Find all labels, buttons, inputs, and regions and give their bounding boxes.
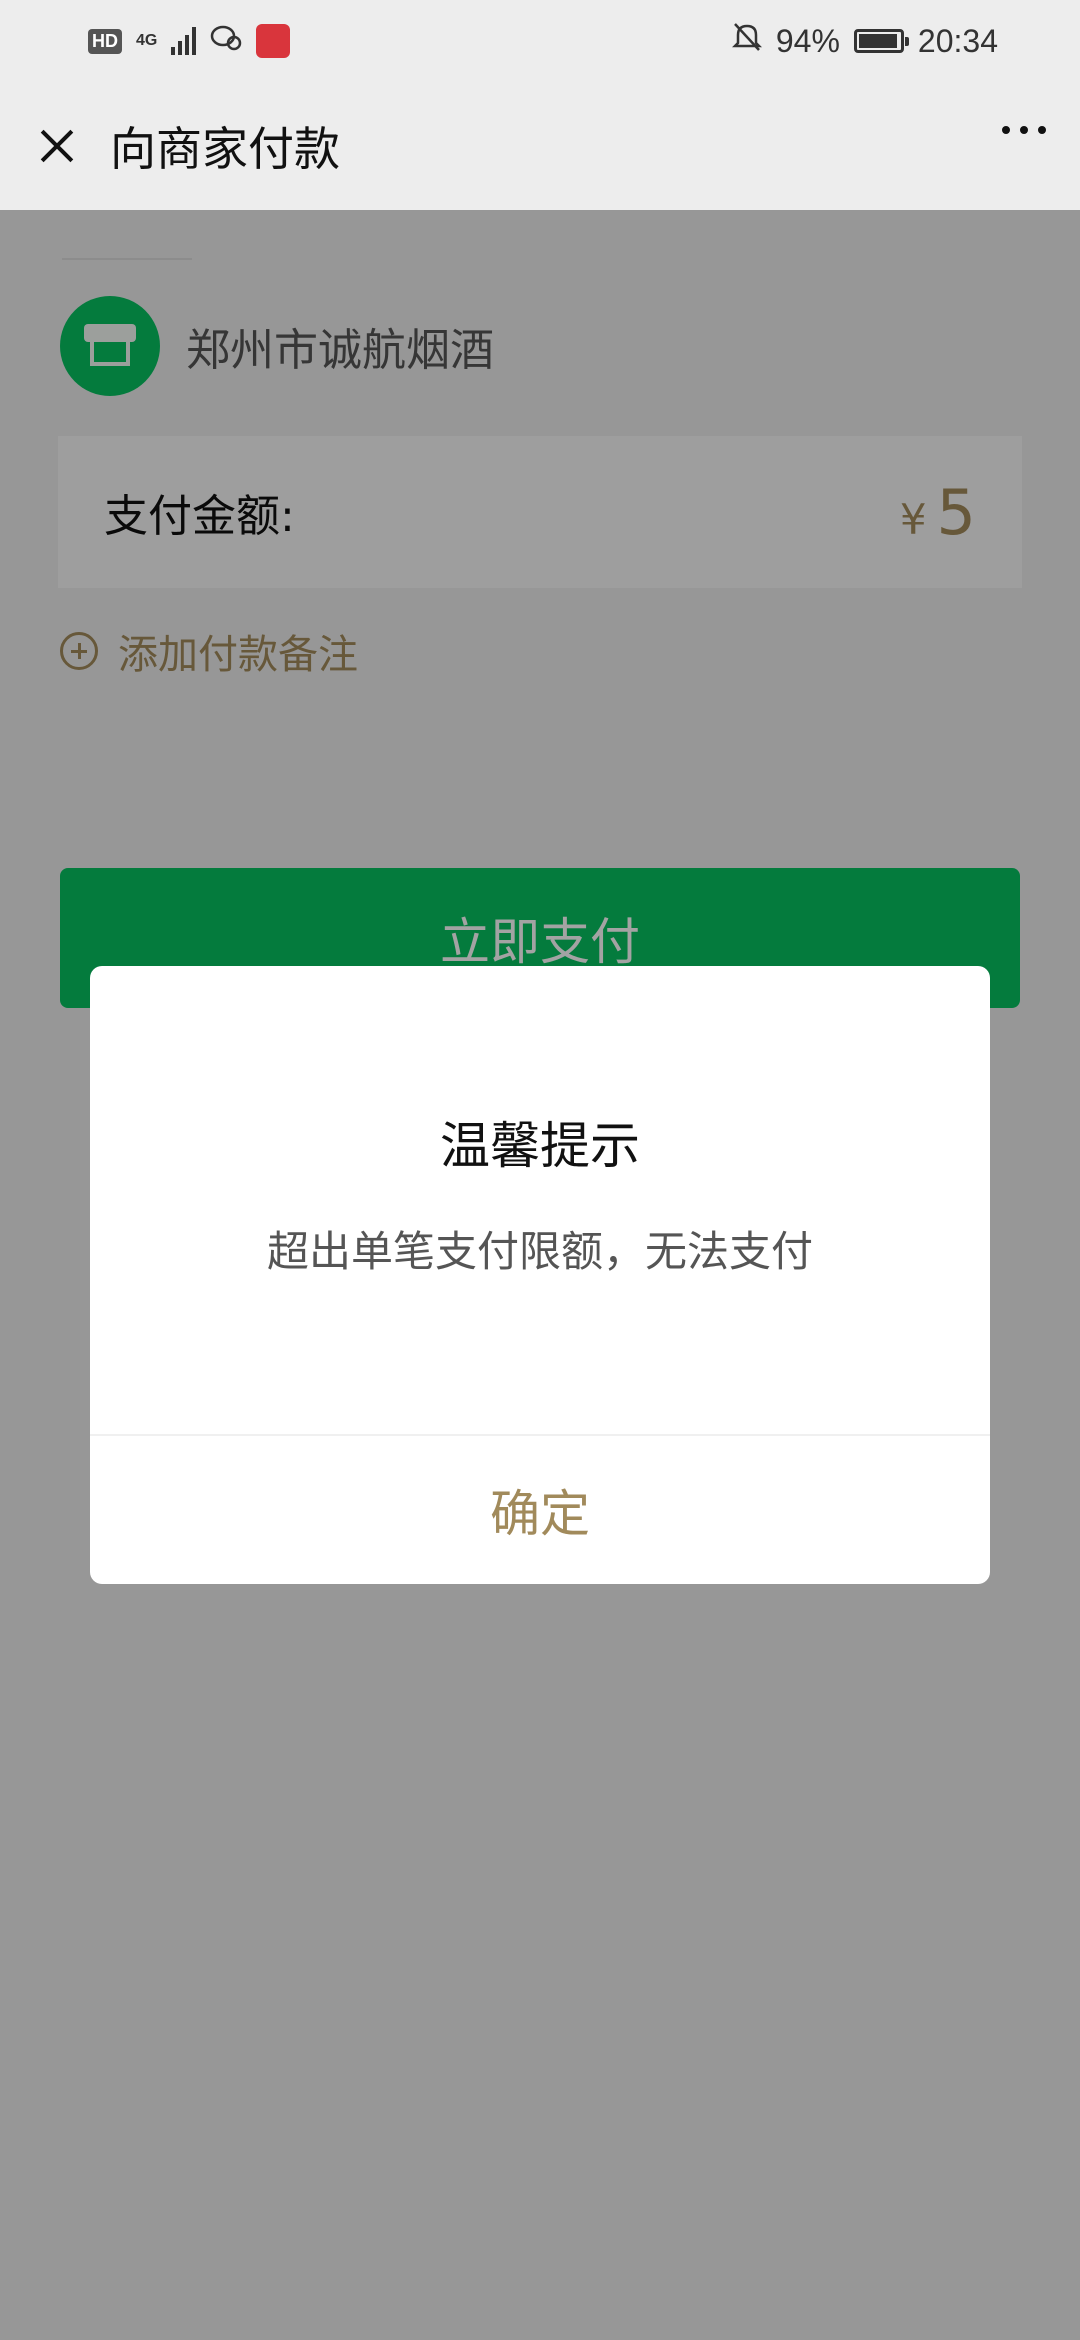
nav-bar: 向商家付款 [0,82,1080,210]
wechat-icon [210,23,242,60]
dialog-title: 温馨提示 [440,1117,640,1175]
battery-fill [858,34,897,48]
alert-dialog: 温馨提示 超出单笔支付限额，无法支付 确定 [90,966,990,1584]
clock: 20:34 [917,22,998,59]
battery-percent: 94% [775,22,840,59]
status-right: 94% 20:34 [731,21,998,61]
status-left: HD 4G [88,23,291,60]
dialog-message: 超出单笔支付限额，无法支付 [266,1227,813,1276]
page-title: 向商家付款 [110,122,340,176]
battery-icon [853,29,909,53]
more-icon[interactable] [1002,126,1046,134]
bell-off-icon [731,21,762,61]
app-store-icon [256,24,291,58]
close-icon[interactable] [20,110,92,182]
signal-icon [171,27,197,55]
hd-badge: HD [88,28,122,54]
network-type: 4G [136,32,158,49]
confirm-button[interactable]: 确定 [90,1436,990,1584]
status-bar: HD 4G 94% 20:34 [0,0,1080,82]
